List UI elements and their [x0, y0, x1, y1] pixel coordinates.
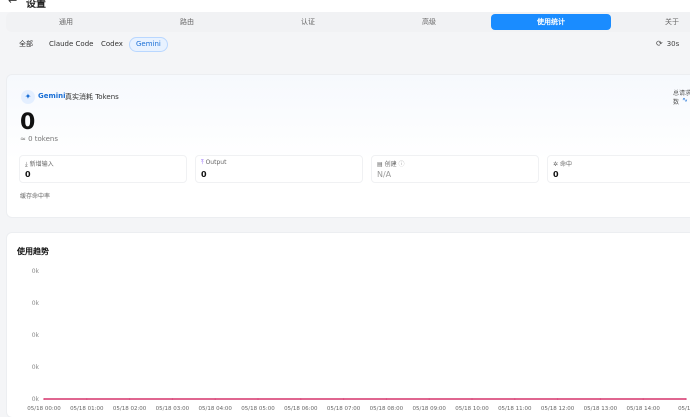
stat-value: 0	[201, 170, 207, 179]
y-tick-label: 0k	[32, 268, 40, 275]
y-tick-label: 0k	[32, 332, 40, 339]
stat-label: 创建	[384, 161, 397, 168]
stat-value: 0	[25, 170, 31, 179]
data-point	[257, 398, 259, 400]
stat-label: 命中	[559, 161, 572, 168]
x-tick-label: 05/18 05:00	[241, 406, 275, 412]
x-tick-label: 05/18 09:00	[412, 406, 446, 412]
stat-value: 0	[553, 170, 559, 179]
x-tick-label: 05/18 13:00	[584, 406, 618, 412]
calendar-icon: ▤	[377, 161, 383, 168]
x-tick-label: 05/18 14:00	[626, 406, 660, 412]
data-point	[171, 398, 174, 400]
y-tick-label: 0k	[32, 396, 40, 403]
y-tick-label: 0k	[32, 364, 40, 371]
filter-codex[interactable]: Codex	[101, 37, 123, 52]
data-point	[385, 398, 388, 400]
tab-usage-stats[interactable]: 使用统计	[491, 14, 611, 30]
x-tick-label: 05/18 06:00	[284, 406, 318, 412]
model-name: Gemini	[38, 92, 66, 100]
summary-subtitle: 真实消耗 Tokens	[65, 93, 119, 101]
summary-card: ✦ Gemini · 真实消耗 Tokens 总请求数 ∿ 0 ≈ 0 toke…	[6, 74, 690, 218]
data-point	[86, 398, 88, 400]
filter-all[interactable]: 全部	[19, 37, 33, 52]
data-point	[514, 398, 516, 400]
x-tick-label: 05/18 11:00	[498, 406, 532, 412]
x-tick-label: 05/18	[678, 406, 690, 412]
data-point	[642, 398, 644, 400]
separator: ·	[59, 92, 62, 100]
download-icon: ⤓	[25, 161, 28, 168]
filter-gemini[interactable]: Gemini	[129, 37, 168, 52]
page-title: 设置	[26, 0, 46, 10]
stat-hit: ✲ 命中 0	[547, 155, 690, 183]
data-point	[428, 398, 431, 400]
x-tick-label: 05/18 08:00	[370, 406, 404, 412]
upload-icon: ⤒	[201, 159, 204, 166]
data-point	[300, 398, 302, 400]
data-point	[128, 398, 131, 400]
x-tick-label: 05/18 04:00	[198, 406, 232, 412]
approx-tokens: ≈ 0 tokens	[20, 135, 58, 143]
total-tokens: 0	[20, 110, 36, 135]
data-point	[471, 398, 473, 400]
tab-routing[interactable]: 路由	[127, 14, 247, 30]
sparkle-icon: ✦	[21, 90, 35, 104]
data-point	[342, 398, 345, 400]
x-tick-label: 05/18 02:00	[113, 406, 147, 412]
trend-chart: 0k 0k 0k 0k 0k 05/18 00:00 05/18 01:00 05/18 02…	[27, 268, 690, 412]
x-tick-label: 05/18 03:00	[156, 406, 190, 412]
trend-card: 使用趋势 0k 0k 0k 0k 0k 05/18 00:00 05/18 01:00 05/…	[6, 232, 690, 417]
x-tick-label: 05/18 12:00	[541, 406, 575, 412]
tab-general[interactable]: 通用	[6, 14, 126, 30]
refresh-button[interactable]: ⟳ 30s	[656, 39, 679, 48]
tab-advanced[interactable]: 高级	[369, 14, 489, 30]
data-point	[685, 398, 687, 400]
hit-icon: ✲	[553, 161, 559, 168]
stat-label: Output	[205, 159, 227, 166]
arrow-left-icon[interactable]: ←	[8, 0, 17, 7]
data-point	[599, 398, 602, 400]
stat-label: 新增输入	[29, 161, 54, 168]
settings-tabs: 通用 路由 认证 高级 使用统计 关于	[6, 12, 690, 32]
stat-value: N/A	[377, 170, 392, 179]
stat-output: ⤒ Output 0	[195, 155, 363, 183]
x-tick-label: 05/18 01:00	[70, 406, 104, 412]
x-tick-label: 05/18 07:00	[327, 406, 361, 412]
y-tick-label: 0k	[32, 300, 40, 307]
stat-new-input: ⤓ 新增输入 0	[19, 155, 187, 183]
data-point	[556, 398, 559, 400]
x-tick-label: 05/18 10:00	[455, 406, 489, 412]
info-icon[interactable]: ⓘ	[399, 161, 405, 168]
stat-created: ▤ 创建 ⓘ N/A	[371, 155, 539, 183]
refresh-icon: ⟳	[656, 39, 663, 48]
x-tick-label: 05/18 00:00	[27, 406, 61, 412]
filter-claude-code[interactable]: Claude Code	[49, 37, 93, 52]
data-point	[43, 398, 45, 400]
activity-icon: ∿	[682, 96, 688, 104]
tab-about[interactable]: 关于	[612, 14, 690, 30]
cache-hit-rate-label: 缓存命中率	[20, 193, 51, 200]
data-point	[214, 398, 216, 400]
refresh-interval: 30s	[666, 40, 680, 48]
top-bar: ← 设置	[0, 0, 690, 12]
tab-auth[interactable]: 认证	[248, 14, 368, 30]
